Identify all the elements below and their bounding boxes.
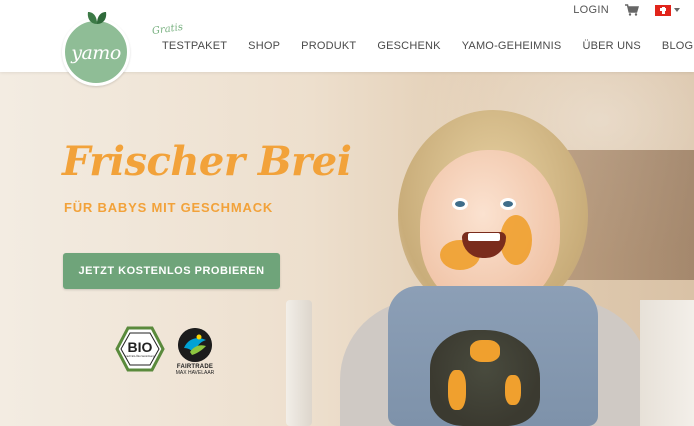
bib-food <box>505 375 521 405</box>
try-free-button[interactable]: JETZT KOSTENLOS PROBIEREN <box>63 253 280 289</box>
chevron-down-icon <box>674 8 680 12</box>
baby-eye <box>500 198 516 210</box>
baby-eye <box>452 198 468 210</box>
leaf-icon <box>87 12 107 24</box>
nav-item-blog[interactable]: BLOG <box>662 40 693 52</box>
high-chair-bar <box>640 300 694 426</box>
swiss-flag-icon <box>655 4 671 16</box>
yamo-logo[interactable]: yamo <box>62 8 130 86</box>
nav-badge-gratis: Gratis <box>151 21 184 38</box>
login-link[interactable]: LOGIN <box>573 4 609 16</box>
hero-subline: FÜR BABYS MIT GESCHMACK <box>64 200 274 215</box>
country-selector[interactable] <box>655 4 680 16</box>
fairtrade-sublabel: MAX HAVELAAR <box>175 370 215 376</box>
nav-item-ueber-uns[interactable]: ÜBER UNS <box>582 40 640 52</box>
nav-item-yamo-geheimnis[interactable]: YAMO-GEHEIMNIS <box>462 40 562 52</box>
bio-label: BIO <box>127 339 153 355</box>
fairtrade-badge: FAIRTRADE MAX HAVELAAR <box>172 328 218 376</box>
cart-icon[interactable] <box>625 4 639 16</box>
nav-item-geschenk[interactable]: GESCHENK <box>377 40 440 52</box>
bio-badge: BIO nach EG-Öko-Verordnung <box>115 326 165 372</box>
baby-teeth <box>468 233 500 241</box>
site-header: LOGIN yamo Gratis TESTPAKET SHOP PRODUKT… <box>0 0 694 86</box>
main-nav: TESTPAKET SHOP PRODUKT GESCHENK YAMO-GEH… <box>162 40 693 52</box>
high-chair-post <box>286 300 312 426</box>
bio-sublabel: nach EG-Öko-Verordnung <box>125 355 155 358</box>
logo-text: yamo <box>71 42 121 64</box>
nav-item-produkt[interactable]: PRODUKT <box>301 40 356 52</box>
nav-item-shop[interactable]: SHOP <box>248 40 280 52</box>
bib-food <box>448 370 466 410</box>
logo-circle: yamo <box>62 18 130 86</box>
nav-item-testpaket[interactable]: TESTPAKET <box>162 40 227 52</box>
fairtrade-logo-icon <box>178 328 212 362</box>
top-links: LOGIN <box>573 4 680 16</box>
hero-headline: Frischer Brei <box>62 138 352 185</box>
bib-food <box>470 340 500 362</box>
